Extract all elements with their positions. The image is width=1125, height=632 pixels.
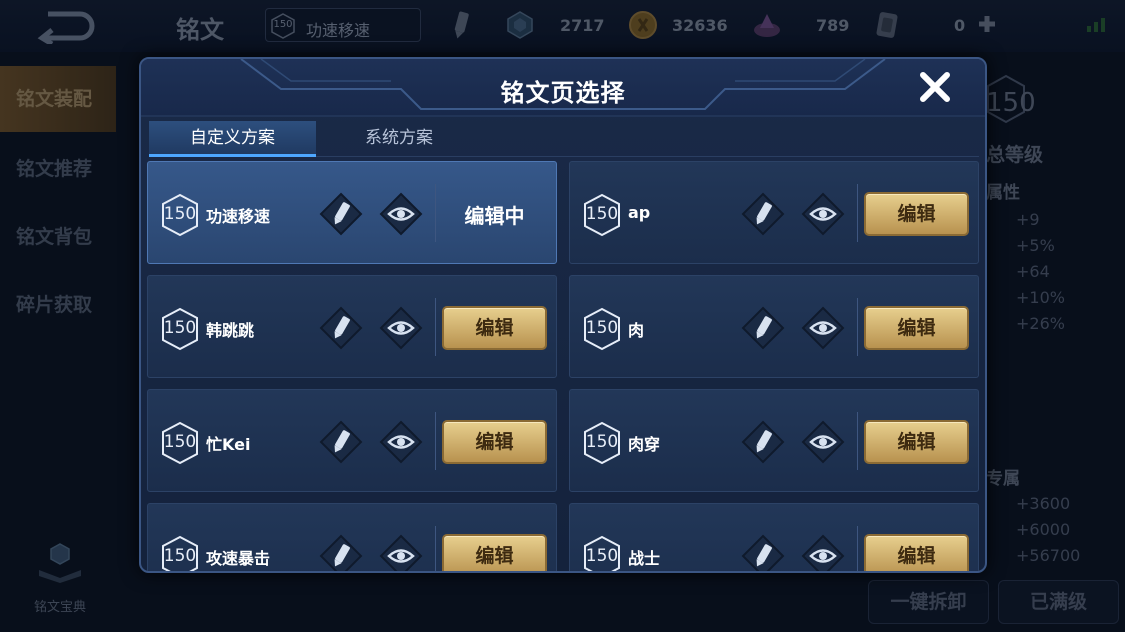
card-divider	[435, 412, 436, 470]
rename-pen-icon[interactable]	[740, 533, 786, 571]
preview-eye-icon[interactable]	[378, 191, 424, 237]
page-level: 150	[585, 204, 619, 224]
preview-eye-icon[interactable]	[800, 533, 846, 571]
page-level: 150	[163, 432, 197, 452]
rename-pen-icon[interactable]	[740, 419, 786, 465]
card-divider	[435, 184, 436, 242]
page-name: 韩跳跳	[206, 321, 255, 340]
tab-custom-plans[interactable]: 自定义方案	[149, 121, 316, 157]
card-divider	[857, 412, 858, 470]
level-hex-icon: 150	[582, 307, 622, 351]
inscription-page-card[interactable]: 150 肉穿 编辑	[569, 389, 979, 492]
page-level: 150	[163, 546, 197, 566]
preview-eye-icon[interactable]	[800, 305, 846, 351]
inscription-page-card[interactable]: 150 韩跳跳 编辑	[147, 275, 557, 378]
page-level: 150	[585, 546, 619, 566]
page-level: 150	[163, 318, 197, 338]
close-icon[interactable]	[917, 69, 953, 105]
page-name: 肉	[628, 321, 645, 340]
page-name: 忙Kei	[206, 435, 251, 454]
preview-eye-icon[interactable]	[378, 419, 424, 465]
card-divider	[857, 526, 858, 571]
edit-button[interactable]: 编辑	[864, 420, 969, 464]
level-hex-icon: 150	[160, 193, 200, 237]
level-hex-icon: 150	[160, 535, 200, 571]
level-hex-icon: 150	[582, 421, 622, 465]
editing-status-label: 编辑中	[464, 204, 525, 228]
page-name: 攻速暴击	[206, 549, 271, 568]
tab-system-plans[interactable]: 系统方案	[339, 121, 459, 157]
inscription-page-card[interactable]: 150 ap 编辑	[569, 161, 979, 264]
page-name: 肉穿	[628, 435, 661, 454]
preview-eye-icon[interactable]	[378, 305, 424, 351]
card-divider	[857, 298, 858, 356]
inscription-page-card[interactable]: 150 攻速暴击 编辑	[147, 503, 557, 571]
preview-eye-icon[interactable]	[800, 419, 846, 465]
edit-button[interactable]: 编辑	[864, 306, 969, 350]
rename-pen-icon[interactable]	[318, 419, 364, 465]
dialog-header: 铭文页选择	[141, 59, 985, 117]
edit-button[interactable]: 编辑	[864, 192, 969, 236]
rename-pen-icon[interactable]	[740, 305, 786, 351]
preview-eye-icon[interactable]	[800, 191, 846, 237]
inscription-page-select-dialog: 铭文页选择 自定义方案 系统方案 150 功速移速 编辑中 150 ap 编辑 …	[139, 57, 987, 573]
level-hex-icon: 150	[160, 421, 200, 465]
edit-button[interactable]: 编辑	[864, 534, 969, 571]
edit-button[interactable]: 编辑	[442, 420, 547, 464]
card-divider	[435, 526, 436, 571]
page-level: 150	[585, 318, 619, 338]
rename-pen-icon[interactable]	[318, 305, 364, 351]
inscription-page-grid: 150 功速移速 编辑中 150 ap 编辑 150 韩跳跳 编辑 150 肉 …	[147, 161, 981, 571]
rename-pen-icon[interactable]	[318, 191, 364, 237]
rename-pen-icon[interactable]	[318, 533, 364, 571]
page-level: 150	[585, 432, 619, 452]
page-name: 战士	[628, 549, 661, 568]
inscription-page-card[interactable]: 150 肉 编辑	[569, 275, 979, 378]
inscription-page-card[interactable]: 150 忙Kei 编辑	[147, 389, 557, 492]
inscription-page-card[interactable]: 150 战士 编辑	[569, 503, 979, 571]
card-divider	[435, 298, 436, 356]
page-name: 功速移速	[206, 207, 271, 226]
level-hex-icon: 150	[160, 307, 200, 351]
page-name: ap	[628, 203, 651, 222]
inscription-page-card[interactable]: 150 功速移速 编辑中	[147, 161, 557, 264]
dialog-tabs: 自定义方案 系统方案	[149, 121, 979, 157]
preview-eye-icon[interactable]	[378, 533, 424, 571]
level-hex-icon: 150	[582, 193, 622, 237]
page-level: 150	[163, 204, 197, 224]
dialog-title: 铭文页选择	[500, 79, 626, 107]
edit-button[interactable]: 编辑	[442, 534, 547, 571]
rename-pen-icon[interactable]	[740, 191, 786, 237]
level-hex-icon: 150	[582, 535, 622, 571]
card-divider	[857, 184, 858, 242]
edit-button[interactable]: 编辑	[442, 306, 547, 350]
